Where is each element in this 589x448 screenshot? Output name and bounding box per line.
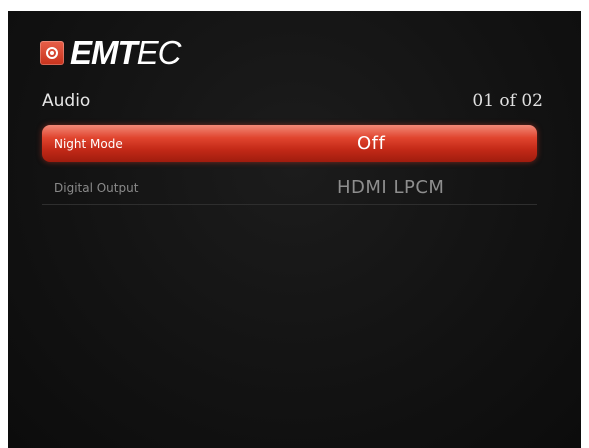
setting-value: HDMI LPCM [337, 177, 445, 198]
page-title: Audio [42, 91, 91, 111]
logo-text-bold: EMT [70, 34, 138, 71]
setting-label: Digital Output [54, 180, 139, 195]
emtec-speaker-icon [40, 41, 64, 65]
settings-screen: EMTEC Audio 01 of 02 Night Mode Off Digi… [8, 11, 581, 448]
logo-text: EMTEC [70, 34, 182, 72]
setting-label: Night Mode [54, 136, 123, 151]
page-indicator: 01 of 02 [472, 91, 543, 111]
emtec-logo: EMTEC [40, 33, 182, 73]
setting-row-digital-output[interactable]: Digital Output HDMI LPCM [42, 171, 537, 205]
setting-value: Off [357, 133, 386, 154]
setting-row-night-mode[interactable]: Night Mode Off [42, 125, 537, 162]
logo-text-light: EC [136, 34, 182, 71]
